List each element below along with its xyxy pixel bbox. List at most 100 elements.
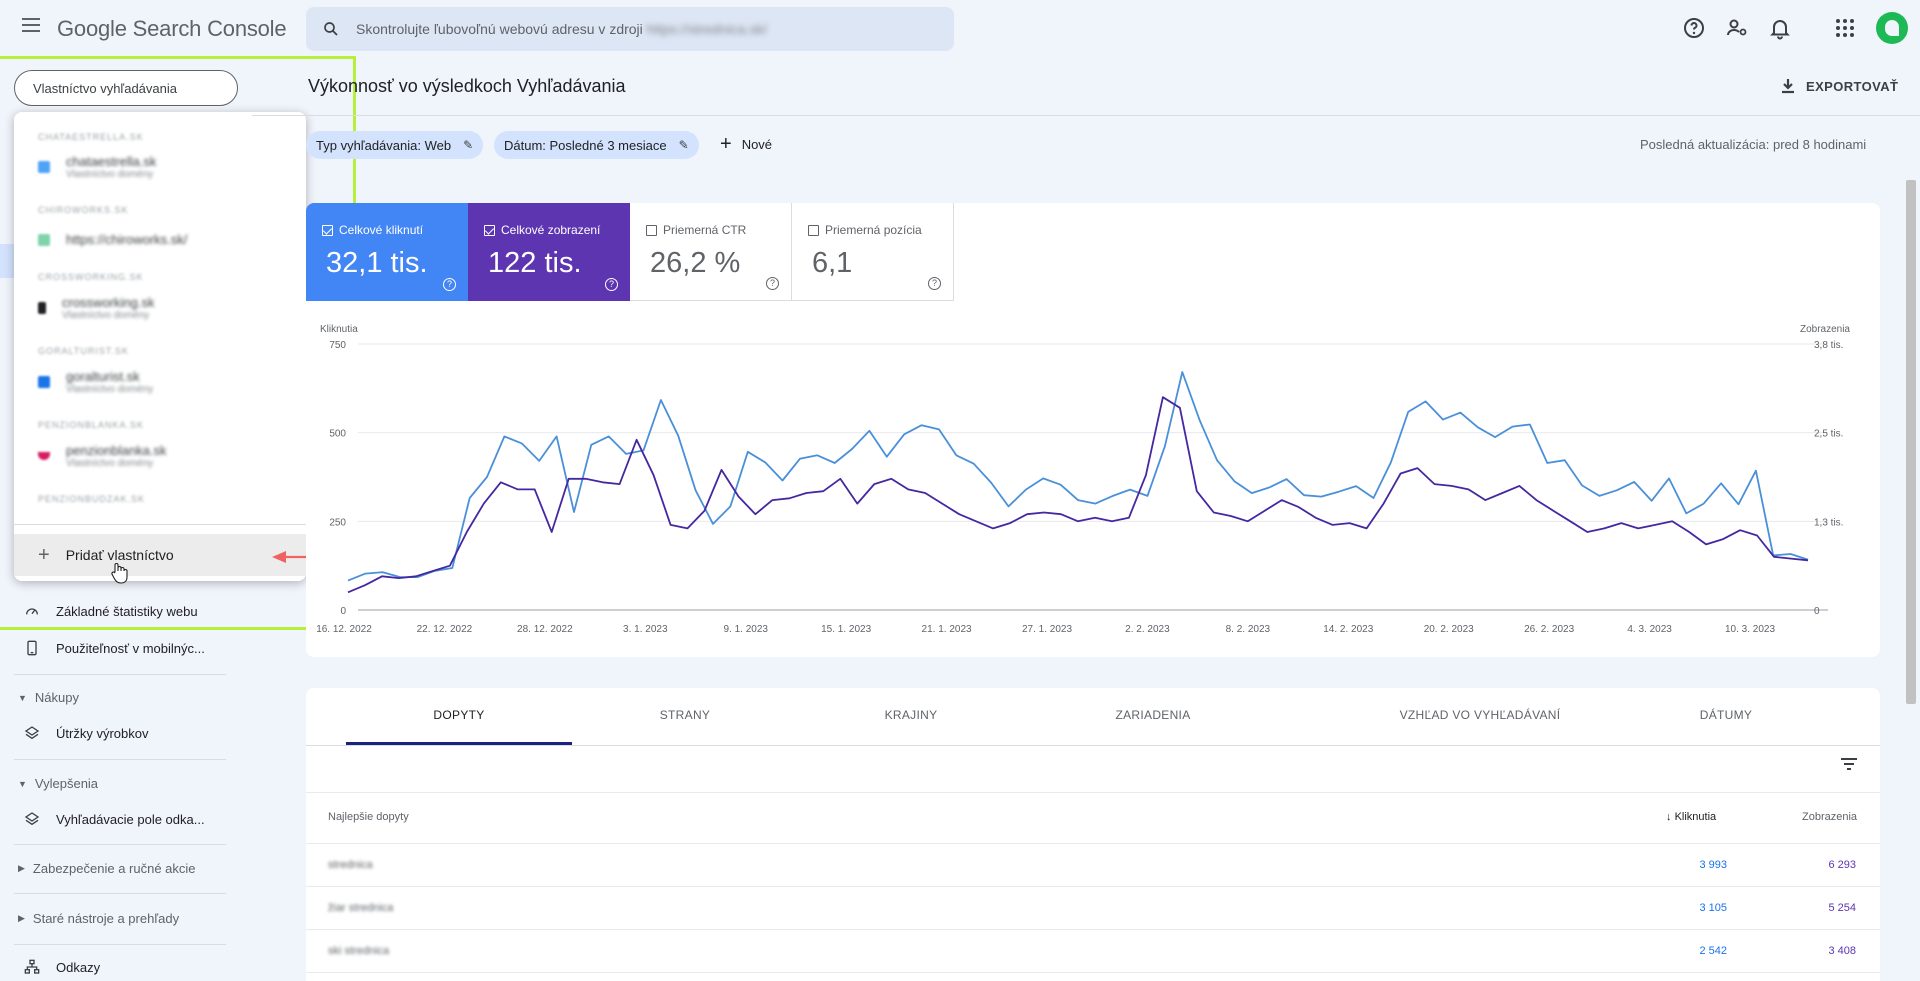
speed-icon	[26, 608, 38, 615]
x-tick-label: 9. 1. 2023	[723, 624, 768, 635]
table-cell-clicks: 3 105	[1699, 902, 1727, 914]
manage-users-icon[interactable]	[1725, 16, 1749, 40]
help-icon[interactable]: ?	[928, 277, 941, 290]
metric-average-ctr[interactable]: Priemerná CTR 26,2 % ?	[630, 203, 792, 301]
page-scrollbar[interactable]	[1906, 180, 1916, 704]
dropdown-property-item[interactable]: crossworking.sk Vlastníctvo domény	[38, 295, 154, 321]
hand-cursor-icon	[111, 563, 128, 584]
column-header-clicks[interactable]: ↓ Kliknutia	[1666, 811, 1716, 823]
sidebar-item-links[interactable]: Odkazy	[24, 951, 100, 981]
help-icon[interactable]: ?	[605, 278, 618, 291]
sidebar-section-enhancements[interactable]: ▼ Vylepšenia	[18, 776, 98, 791]
table-divider	[306, 886, 1880, 887]
download-icon	[1782, 79, 1794, 94]
url-inspect-search[interactable]: Skontrolujte ľubovoľnú webovú adresu v z…	[306, 7, 954, 51]
export-button[interactable]: EXPORTOVAŤ	[1780, 78, 1898, 94]
tab-countries[interactable]: KRAJINY	[798, 708, 1024, 722]
sitemap-icon	[24, 959, 40, 974]
selected-nav-indicator	[0, 244, 14, 278]
tab-search-appearance[interactable]: VZHĽAD VO VYHĽADÁVANÍ	[1330, 708, 1630, 722]
menu-icon[interactable]	[22, 18, 40, 32]
left-tick-label: 750	[329, 340, 346, 351]
sidebar-item-sitelinks-searchbox[interactable]: Vyhľadávacie pole odka...	[24, 803, 205, 835]
sidebar-section-legacy-tools[interactable]: ▶ Staré nástroje a prehľady	[18, 911, 179, 926]
x-tick-label: 26. 2. 2023	[1524, 624, 1574, 635]
sidebar-divider	[14, 893, 226, 894]
header-divider	[252, 115, 1920, 116]
tab-dates[interactable]: DÁTUMY	[1613, 708, 1839, 722]
property-select[interactable]: Vlastníctvo vyhľadávania	[14, 70, 238, 106]
sidebar-section-shopping[interactable]: ▼ Nákupy	[18, 690, 79, 705]
checkbox-checked-icon	[322, 224, 333, 236]
performance-chart[interactable]: Kliknutia Zobrazenia 0 0 250 1,3 tis. 500 2,5 t…	[306, 310, 1880, 640]
edit-icon: ✎	[463, 138, 474, 152]
dropdown-property-item[interactable]: https://chiroworks.sk/	[38, 232, 187, 247]
filter-chip-search-type[interactable]: Typ vyhľadávania: Web ✎	[306, 131, 484, 159]
x-tick-label: 27. 1. 2023	[1022, 624, 1072, 635]
x-tick-label: 2. 2. 2023	[1125, 624, 1170, 635]
notifications-icon[interactable]	[1768, 16, 1792, 40]
x-tick-label: 8. 2. 2023	[1226, 624, 1271, 635]
table-cell-impressions: 5 254	[1828, 902, 1856, 914]
sidebar-item-label: Základné štatistiky webu	[56, 603, 198, 619]
right-axis-label: Zobrazenia	[1800, 324, 1850, 335]
metric-value: 32,1 tis.	[326, 247, 428, 279]
metric-average-position[interactable]: Priemerná pozícia 6,1 ?	[792, 203, 954, 301]
sidebar-section-security[interactable]: ▶ Zabezpečenie a ručné akcie	[18, 861, 196, 876]
tab-devices[interactable]: ZARIADENIA	[1040, 708, 1266, 722]
x-tick-label: 15. 1. 2023	[821, 624, 871, 635]
sidebar-item-core-web-vitals[interactable]: Základné štatistiky webu	[24, 595, 198, 627]
new-filter-button[interactable]: + Nové	[720, 133, 772, 156]
sidebar-divider	[14, 944, 226, 945]
caret-right-icon: ▶	[18, 863, 25, 873]
x-tick-label: 10. 3. 2023	[1725, 624, 1775, 635]
metric-total-impressions[interactable]: Celkové zobrazení 122 tis. ?	[468, 203, 630, 301]
filter-chip-date[interactable]: Dátum: Posledné 3 mesiace ✎	[494, 131, 699, 159]
dropdown-group-header: GORALTURIST.SK	[38, 346, 129, 356]
x-tick-label: 21. 1. 2023	[922, 624, 972, 635]
x-tick-label: 16. 12. 2022	[316, 624, 372, 635]
sidebar-divider	[14, 674, 226, 675]
logo-google: Google	[57, 16, 127, 41]
dropdown-property-item[interactable]: penzionblanka.sk Vlastníctvo domény	[38, 443, 166, 469]
top-bar: Google Search Console Skontrolujte ľubov…	[0, 0, 1920, 56]
series-line-right	[347, 371, 1809, 582]
search-icon	[324, 22, 338, 36]
table-card	[306, 688, 1880, 981]
table-cell-query[interactable]: žiar strednica	[328, 902, 393, 914]
column-header-queries: Najlepšie dopyty	[328, 811, 409, 823]
apps-grid-icon[interactable]	[1833, 16, 1857, 40]
x-tick-label: 20. 2. 2023	[1424, 624, 1474, 635]
sidebar-item-product-snippets[interactable]: Útržky výrobkov	[24, 717, 148, 749]
metric-total-clicks[interactable]: Celkové kliknutí 32,1 tis. ?	[306, 203, 468, 301]
dropdown-group-header: PENZIONBLANKA.SK	[38, 420, 145, 430]
series-line-left	[347, 396, 1809, 594]
table-cell-query[interactable]: strednica	[328, 859, 373, 871]
table-cell-clicks: 2 542	[1699, 945, 1727, 957]
plus-icon: +	[720, 133, 732, 155]
app-logo[interactable]: Google Search Console	[57, 16, 287, 42]
table-divider	[306, 972, 1880, 973]
account-avatar[interactable]	[1876, 12, 1908, 44]
help-icon[interactable]	[1682, 16, 1706, 40]
sort-arrow-icon: ↓	[1666, 811, 1675, 823]
tab-pages[interactable]: STRANY	[572, 708, 798, 722]
x-tick-label: 4. 3. 2023	[1627, 624, 1672, 635]
metric-value: 6,1	[812, 247, 853, 279]
checkbox-checked-icon	[484, 224, 495, 236]
help-icon[interactable]: ?	[443, 278, 456, 291]
dropdown-property-item[interactable]: goralturist.sk Vlastníctvo domény	[38, 369, 153, 395]
dropdown-property-item[interactable]: chataestrella.sk Vlastníctvo domény	[38, 154, 156, 180]
caret-right-icon: ▶	[18, 913, 25, 923]
plus-icon: +	[38, 543, 50, 566]
layers-icon	[24, 726, 40, 740]
add-property-button[interactable]: + Pridať vlastníctvo	[14, 534, 306, 576]
tab-queries[interactable]: DOPYTY	[346, 708, 572, 722]
sidebar-item-mobile-usability[interactable]: Použiteľnosť v mobilnýc...	[24, 632, 205, 664]
column-header-impressions[interactable]: Zobrazenia	[1802, 811, 1857, 823]
help-icon[interactable]: ?	[766, 277, 779, 290]
search-placeholder: Skontrolujte ľubovoľnú webovú adresu v z…	[356, 21, 768, 37]
table-cell-query[interactable]: ski strednica	[328, 945, 389, 957]
filter-icon[interactable]	[1840, 757, 1858, 771]
favicon-icon	[38, 376, 50, 388]
